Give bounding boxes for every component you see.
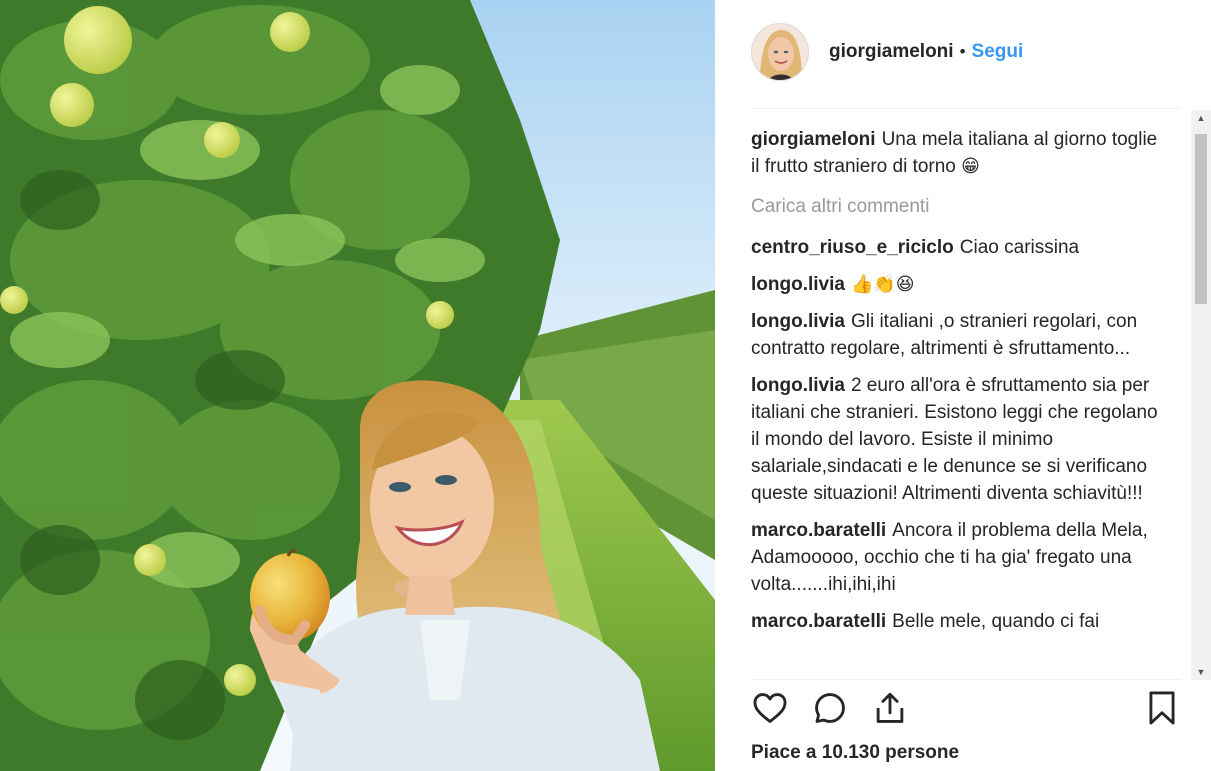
actions-divider xyxy=(751,679,1181,680)
caption: giorgiameloni Una mela italiana al giorno… xyxy=(751,126,1161,180)
follow-button[interactable]: Segui xyxy=(972,41,1024,63)
comments-scrollbar[interactable]: ▲ ▼ xyxy=(1191,110,1211,680)
comment-author[interactable]: longo.livia xyxy=(751,274,845,295)
comment-item: longo.livia 2 euro all'ora è sfruttamento… xyxy=(751,372,1161,507)
save-button[interactable] xyxy=(1143,689,1183,729)
comment-bubble-icon xyxy=(815,693,845,723)
load-more-comments-button[interactable]: Carica altri commenti xyxy=(751,193,1191,220)
header-divider xyxy=(751,108,1181,109)
post-photo[interactable] xyxy=(0,0,715,771)
comment-text: Ciao carissina xyxy=(959,237,1080,258)
comment-author[interactable]: centro_riuso_e_riciclo xyxy=(751,237,954,258)
comments-list[interactable]: giorgiameloni Una mela italiana al giorno… xyxy=(751,126,1191,679)
likes-count-label[interactable]: Piace a 10.130 persone xyxy=(751,742,959,763)
comment-item: longo.livia 👍👏😆 xyxy=(751,271,1161,298)
caption-author[interactable]: giorgiameloni xyxy=(751,129,876,150)
post-author-username[interactable]: giorgiameloni xyxy=(829,41,954,63)
post-header: giorgiameloni • Segui xyxy=(751,20,1181,84)
share-button[interactable] xyxy=(871,689,911,729)
bookmark-icon xyxy=(1149,691,1175,725)
separator-dot: • xyxy=(959,42,966,61)
comment-text: Belle mele, quando ci fai xyxy=(892,611,1100,632)
comment-item: centro_riuso_e_riciclo Ciao carissina xyxy=(751,234,1161,261)
avatar[interactable] xyxy=(751,23,809,81)
share-icon xyxy=(876,692,904,723)
grin-emoji-icon: 😁 xyxy=(961,156,980,177)
like-button[interactable] xyxy=(751,689,791,729)
scroll-up-arrow-icon[interactable]: ▲ xyxy=(1191,110,1211,126)
comment-author[interactable]: marco.baratelli xyxy=(751,611,886,632)
comment-button[interactable] xyxy=(811,689,851,729)
comment-author[interactable]: longo.livia xyxy=(751,311,845,332)
heart-icon xyxy=(753,693,787,723)
likes-count: Piace a 10.130 persone xyxy=(751,742,959,764)
comment-item: marco.baratelli Belle mele, quando ci fai xyxy=(751,608,1161,635)
orchard-photo-image xyxy=(0,0,715,771)
scroll-down-arrow-icon[interactable]: ▼ xyxy=(1191,664,1211,680)
scrollbar-thumb[interactable] xyxy=(1195,134,1207,304)
comment-author[interactable]: longo.livia xyxy=(751,375,845,396)
comment-author[interactable]: marco.baratelli xyxy=(751,520,886,541)
post-actions-bar xyxy=(751,689,1175,729)
comment-item: longo.livia Gli italiani ,o stranieri reg… xyxy=(751,308,1161,362)
comment-item: marco.baratelli Ancora il problema della … xyxy=(751,517,1161,598)
comment-text: 👍👏😆 xyxy=(850,274,915,295)
post-details-panel: giorgiameloni • Segui giorgiameloni Una m… xyxy=(715,0,1211,771)
